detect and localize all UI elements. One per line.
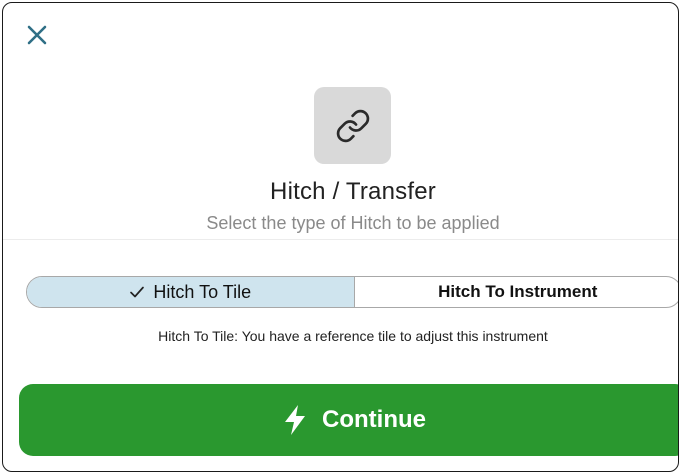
hitch-type-selector: Hitch To Tile Hitch To Instrument	[26, 276, 679, 308]
checkmark-icon	[129, 285, 145, 299]
continue-label: Continue	[322, 406, 426, 433]
divider	[3, 239, 678, 240]
link-icon-tile	[314, 87, 391, 164]
continue-button[interactable]: Continue	[19, 384, 678, 456]
option-label: Hitch To Tile	[153, 281, 252, 302]
option-hitch-to-instrument[interactable]: Hitch To Instrument	[355, 277, 679, 307]
option-description: Hitch To Tile: You have a reference tile…	[158, 328, 548, 344]
link-icon	[336, 109, 369, 142]
option-label: Hitch To Instrument	[438, 282, 598, 301]
hitch-transfer-dialog: Hitch / Transfer Select the type of Hitc…	[2, 2, 679, 472]
option-hitch-to-tile[interactable]: Hitch To Tile	[27, 277, 355, 307]
close-button[interactable]	[25, 23, 49, 47]
dialog-subtitle: Select the type of Hitch to be applied	[206, 213, 500, 233]
close-icon	[27, 25, 47, 45]
dialog-title: Hitch / Transfer	[270, 178, 436, 205]
lightning-bolt-icon	[282, 404, 308, 436]
